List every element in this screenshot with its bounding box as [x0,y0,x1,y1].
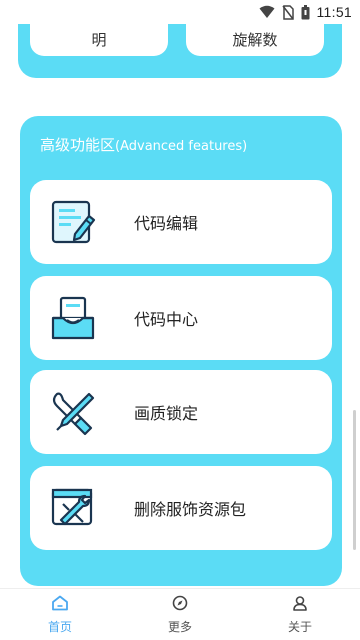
nav-home-label: 首页 [47,619,72,634]
advanced-features-panel: 高级功能区(Advanced features) 代码编辑 代码中心 画质锁定 … [20,116,342,586]
top-card-right-label: 旋解数 [232,31,278,49]
advanced-features-title: 高级功能区(Advanced features) [40,134,247,155]
feature-delete-resource-label: 删除服饰资源包 [134,500,247,519]
no-sim-icon [281,4,294,20]
nav-about[interactable]: 关于 [250,595,350,635]
nav-home[interactable]: 首页 [10,595,110,635]
code-edit-icon [46,195,100,249]
nav-more[interactable]: 更多 [130,595,230,635]
feature-code-center-label: 代码中心 [134,310,199,329]
battery-icon [301,4,310,20]
feature-code-center[interactable]: 代码中心 [30,276,332,360]
person-icon [292,595,308,615]
quality-lock-icon [46,385,100,439]
nav-more-label: 更多 [167,619,192,634]
feature-quality-lock-label: 画质锁定 [134,404,199,423]
advanced-title-en: (Advanced features) [115,139,248,154]
feature-code-edit[interactable]: 代码编辑 [30,180,332,264]
wifi-icon [259,5,275,19]
feature-quality-lock[interactable]: 画质锁定 [30,370,332,454]
status-bar: 11:51 [0,0,360,24]
status-time: 11:51 [316,4,352,20]
nav-about-label: 关于 [287,619,312,634]
feature-delete-resource[interactable]: 删除服饰资源包 [30,466,332,550]
compass-icon [172,595,188,615]
feature-code-edit-label: 代码编辑 [134,214,199,233]
home-icon [51,595,69,615]
advanced-title-cn: 高级功能区 [40,136,116,154]
bottom-nav: 首页 更多 关于 [0,588,360,640]
code-center-icon [46,291,100,345]
top-card-left-label: 明 [91,31,107,49]
scrollbar[interactable] [353,410,356,550]
delete-resource-icon [46,481,100,535]
